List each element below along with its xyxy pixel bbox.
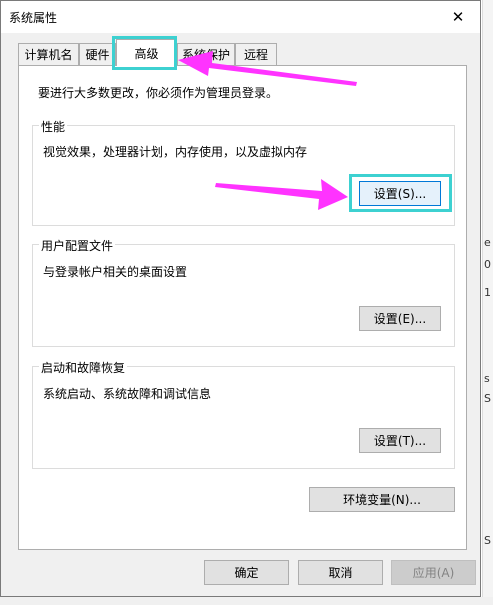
user-profiles-description: 与登录帐户相关的桌面设置 xyxy=(43,265,188,279)
close-icon: ✕ xyxy=(451,8,465,26)
close-button[interactable]: ✕ xyxy=(436,1,480,33)
tab-system-protection[interactable]: 系统保护 xyxy=(177,43,235,65)
background-text-fragment: S xyxy=(484,392,491,405)
tab-remote[interactable]: 远程 xyxy=(235,43,277,65)
tab-label: 系统保护 xyxy=(181,48,230,62)
background-text-fragment: 0 xyxy=(484,258,491,271)
user-profiles-group: 用户配置文件 与登录帐户相关的桌面设置 设置(E)... xyxy=(32,237,455,347)
background-text-fragment: e xyxy=(484,236,491,249)
startup-recovery-title: 启动和故障恢复 xyxy=(39,359,128,376)
tab-advanced[interactable]: 高级 xyxy=(116,39,177,66)
background-text-fragment: S xyxy=(484,534,491,547)
title-bar[interactable]: 系统属性 ✕ xyxy=(1,1,480,33)
background-text-fragment: s xyxy=(484,372,490,385)
performance-settings-button[interactable]: 设置(S)... xyxy=(359,181,441,206)
background-window-edge xyxy=(482,0,493,605)
performance-group: 性能 视觉效果，处理器计划，内存使用，以及虚拟内存 设置(S)... xyxy=(32,118,455,226)
tab-label: 硬件 xyxy=(85,48,110,62)
environment-variables-button[interactable]: 环境变量(N)... xyxy=(309,487,455,512)
tab-hardware[interactable]: 硬件 xyxy=(79,43,116,65)
tab-computer-name[interactable]: 计算机名 xyxy=(18,43,79,65)
cancel-button[interactable]: 取消 xyxy=(298,560,383,585)
user-profiles-settings-button[interactable]: 设置(E)... xyxy=(359,306,441,331)
apply-button[interactable]: 应用(A) xyxy=(391,560,476,585)
advanced-tab-panel: 要进行大多数更改，你必须作为管理员登录。 性能 视觉效果，处理器计划，内存使用，… xyxy=(18,65,467,550)
background-window-bottom xyxy=(0,597,493,605)
performance-title: 性能 xyxy=(39,118,68,135)
system-properties-dialog: 系统属性 ✕ 计算机名 硬件 高级 系统保护 远程 要进行大多数更改，你必须作为… xyxy=(0,0,481,597)
startup-recovery-group: 启动和故障恢复 系统启动、系统故障和调试信息 设置(T)... xyxy=(32,359,455,469)
background-text-fragment: 1 xyxy=(484,286,491,299)
ok-button[interactable]: 确定 xyxy=(204,560,289,585)
tab-label: 计算机名 xyxy=(24,48,73,62)
user-profiles-title: 用户配置文件 xyxy=(39,237,116,254)
tab-label: 高级 xyxy=(134,46,159,61)
dialog-title: 系统属性 xyxy=(9,11,58,25)
startup-recovery-settings-button[interactable]: 设置(T)... xyxy=(359,428,441,453)
performance-description: 视觉效果，处理器计划，内存使用，以及虚拟内存 xyxy=(43,145,308,159)
admin-note: 要进行大多数更改，你必须作为管理员登录。 xyxy=(38,86,279,100)
startup-recovery-description: 系统启动、系统故障和调试信息 xyxy=(43,387,212,401)
tab-label: 远程 xyxy=(243,48,268,62)
